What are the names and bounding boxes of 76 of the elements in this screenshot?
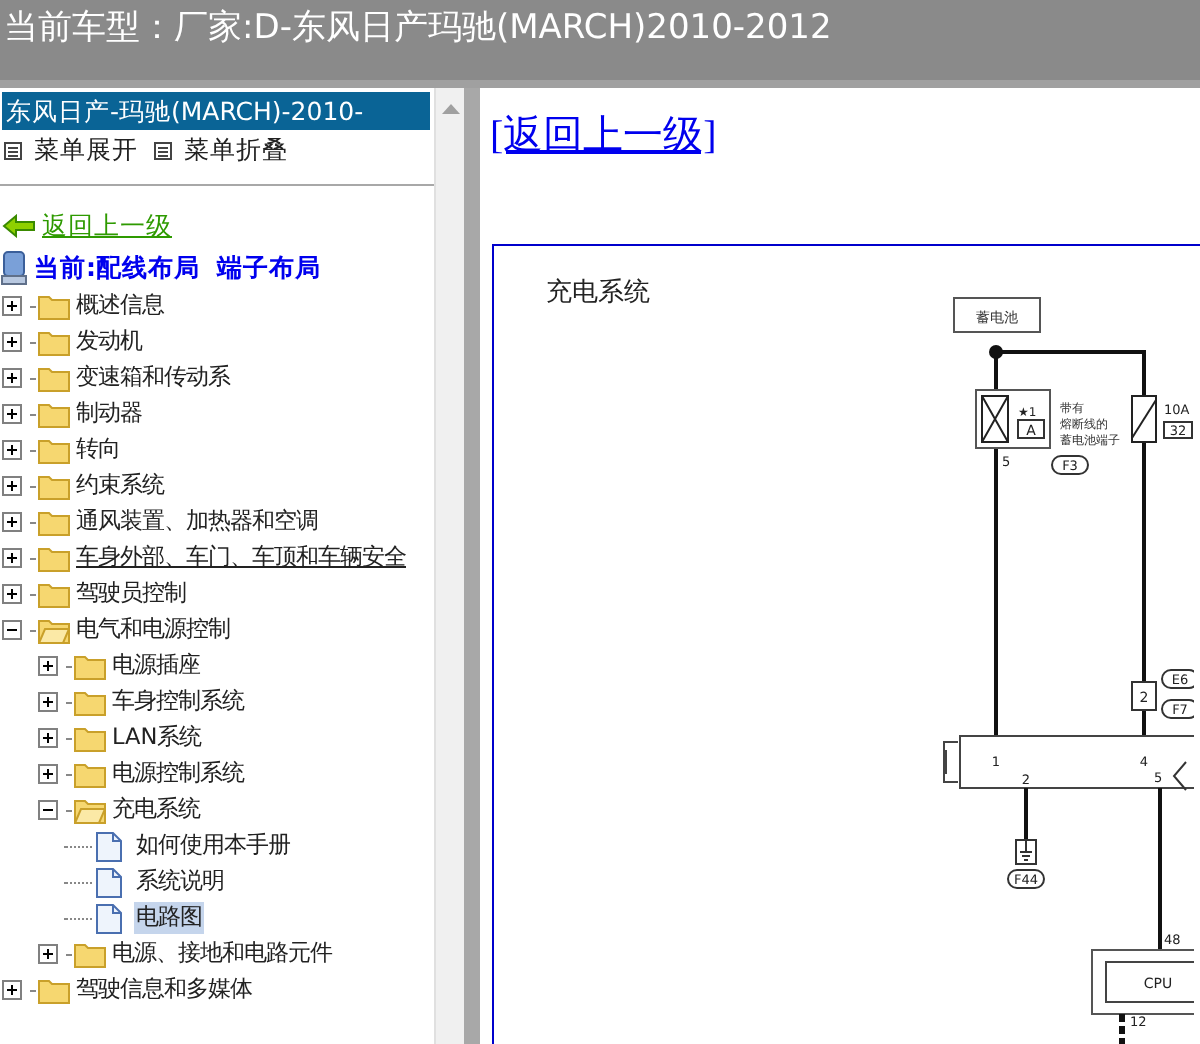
menu-action-link[interactable]: 菜单折叠 xyxy=(154,133,288,167)
tree-folder-item[interactable]: 变速箱和传动系 xyxy=(74,362,232,394)
tree-folder-item[interactable]: 驾驶员控制 xyxy=(74,578,188,610)
back-arrow-icon xyxy=(2,214,36,238)
current-location: 当前:配线布局 端子布局 xyxy=(34,251,322,285)
document-icon xyxy=(96,903,122,933)
page-title: 当前车型：厂家:D-东风日产玛驰(MARCH)2010-2012 xyxy=(4,8,832,48)
expand-icon[interactable] xyxy=(38,727,60,749)
cpu-box xyxy=(1091,949,1194,1015)
diagram-title: 充电系统 xyxy=(546,278,650,308)
folder-icon xyxy=(38,472,70,500)
expand-icon[interactable] xyxy=(38,691,60,713)
collapse-icon[interactable] xyxy=(38,799,60,821)
junction-dot xyxy=(989,345,1003,359)
folder-icon xyxy=(38,400,70,428)
shielded-wire xyxy=(1119,1014,1125,1044)
expand-icon[interactable] xyxy=(2,367,24,389)
computer-icon xyxy=(0,250,28,286)
tree-folder-item[interactable]: 车身外部、车门、车顶和车辆安全 xyxy=(74,542,408,574)
folder-icon xyxy=(38,328,70,356)
tree-folder-item[interactable]: 约束系统 xyxy=(74,470,166,502)
expand-icon[interactable] xyxy=(38,763,60,785)
folder-icon xyxy=(38,580,70,608)
back-link[interactable]: 返回上一级 xyxy=(42,209,172,243)
expand-icon[interactable] xyxy=(2,295,24,317)
tree-folder-item[interactable]: 驾驶信息和多媒体 xyxy=(74,974,254,1006)
folder-icon xyxy=(38,508,70,536)
expand-icon[interactable] xyxy=(2,439,24,461)
tree-folder-item[interactable]: 电气和电源控制 xyxy=(74,614,232,646)
expand-icon[interactable] xyxy=(2,583,24,605)
expand-icon[interactable] xyxy=(2,403,24,425)
expand-icon[interactable] xyxy=(38,655,60,677)
expand-icon[interactable] xyxy=(2,979,24,1001)
tree-folder-item[interactable]: 车身控制系统 xyxy=(110,686,246,718)
document-icon xyxy=(96,867,122,897)
wire xyxy=(1024,788,1028,840)
tree-folder-item[interactable]: 电源、接地和电路元件 xyxy=(110,938,334,970)
document-icon xyxy=(96,831,122,861)
fuse-symbol xyxy=(1131,395,1157,443)
folder-icon xyxy=(38,292,70,320)
folder-icon xyxy=(38,976,70,1004)
connector-bracket-icon xyxy=(943,741,959,783)
tree-page-item[interactable]: 系统说明 xyxy=(134,866,226,898)
tree-folder-item[interactable]: 发动机 xyxy=(74,326,144,358)
folder-icon xyxy=(74,940,106,968)
collapse-icon[interactable] xyxy=(2,619,24,641)
folder-icon xyxy=(38,364,70,392)
tree-folder-item[interactable]: 电源插座 xyxy=(110,650,202,682)
tree-folder-item[interactable]: 通风装置、加热器和空调 xyxy=(74,506,320,538)
expand-icon[interactable] xyxy=(38,943,60,965)
menu-action-link[interactable]: 菜单展开 xyxy=(4,133,138,167)
expand-icon[interactable] xyxy=(2,547,24,569)
tree-folder-item[interactable]: 充电系统 xyxy=(110,794,202,826)
tree-header: 东风日产-玛驰(MARCH)-2010- xyxy=(2,92,430,130)
tree-page-item[interactable]: 电路图 xyxy=(134,902,204,934)
battery-box xyxy=(953,297,1041,333)
expand-icon[interactable] xyxy=(2,511,24,533)
open-folder-icon xyxy=(38,616,70,644)
tree-folder-item[interactable]: LAN系统 xyxy=(110,722,204,754)
tree-folder-item[interactable]: 电源控制系统 xyxy=(110,758,246,790)
expand-icon[interactable] xyxy=(2,331,24,353)
ground-symbol xyxy=(1015,839,1037,865)
folder-icon xyxy=(74,760,106,788)
tree-folder-item[interactable]: 概述信息 xyxy=(74,290,166,322)
tree-folder-item[interactable]: 制动器 xyxy=(74,398,144,430)
folder-icon xyxy=(74,688,106,716)
folder-icon xyxy=(38,436,70,464)
back-link[interactable]: [返回上一级] xyxy=(490,108,717,168)
list-icon xyxy=(154,141,172,159)
expand-icon[interactable] xyxy=(2,475,24,497)
folder-icon xyxy=(74,724,106,752)
tree-folder-item[interactable]: 转向 xyxy=(74,434,122,466)
open-folder-icon xyxy=(74,796,106,824)
folder-icon xyxy=(38,544,70,572)
folder-icon xyxy=(74,652,106,680)
tree-page-item[interactable]: 如何使用本手册 xyxy=(134,830,292,862)
